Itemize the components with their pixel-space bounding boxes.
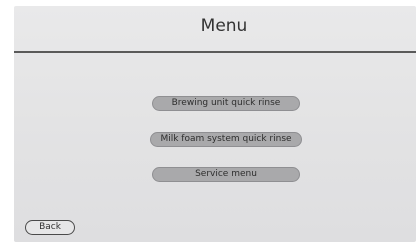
- brewing-unit-quick-rinse-button[interactable]: Brewing unit quick rinse: [152, 96, 300, 111]
- service-menu-button[interactable]: Service menu: [152, 167, 300, 182]
- header-divider: [14, 51, 416, 53]
- back-button[interactable]: Back: [25, 220, 75, 235]
- menu-screen: Menu Brewing unit quick rinse Milk foam …: [14, 6, 416, 242]
- page-title: Menu: [200, 16, 248, 36]
- milk-foam-system-quick-rinse-button[interactable]: Milk foam system quick rinse: [150, 132, 302, 147]
